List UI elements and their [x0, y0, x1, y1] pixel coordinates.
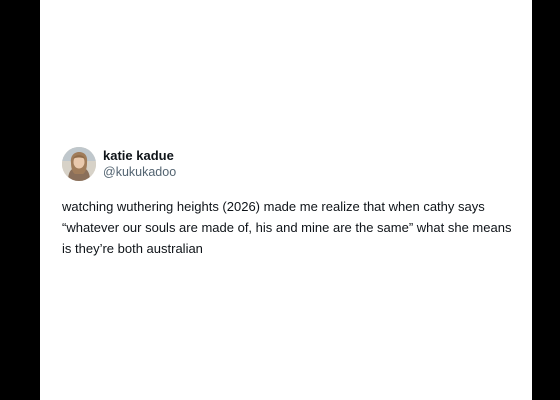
- post-header: katie kadue @kukukadoo: [62, 146, 522, 182]
- author-names: katie kadue @kukukadoo: [103, 147, 176, 181]
- display-name[interactable]: katie kadue: [103, 147, 176, 164]
- screenshot-frame: katie kadue @kukukadoo watching wutherin…: [0, 0, 560, 400]
- post-text: watching wuthering heights (2026) made m…: [62, 199, 512, 256]
- post: katie kadue @kukukadoo watching wutherin…: [62, 146, 522, 259]
- post-card: katie kadue @kukukadoo watching wutherin…: [40, 0, 532, 400]
- profile-photo-icon: [62, 147, 96, 181]
- avatar[interactable]: [62, 147, 96, 181]
- user-handle[interactable]: @kukukadoo: [103, 164, 176, 181]
